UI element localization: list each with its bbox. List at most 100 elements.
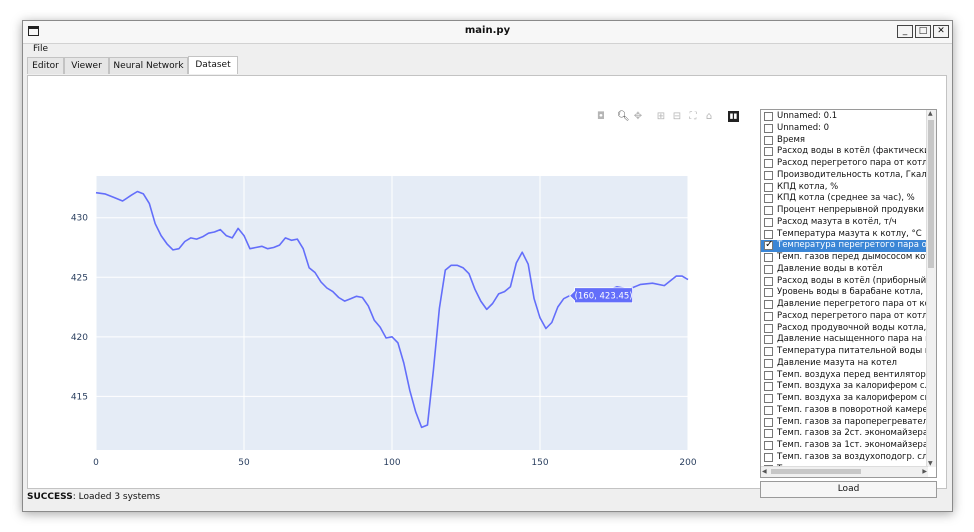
column-checkbox[interactable]: [764, 217, 773, 227]
plotly-logo-icon[interactable]: ▮▮: [728, 111, 739, 122]
column-checkbox[interactable]: [764, 370, 773, 380]
zoom-out-icon[interactable]: ⊟: [671, 111, 683, 123]
column-list-item[interactable]: КПД котла (среднее за час), %: [761, 193, 927, 205]
tab-neural-network[interactable]: Neural Network: [109, 57, 188, 74]
scroll-left-icon[interactable]: ◀: [762, 468, 767, 475]
column-checkbox[interactable]: [764, 159, 773, 168]
column-list-item[interactable]: Темп. газов перед дымососом котла,: [761, 252, 927, 264]
column-list-item[interactable]: Температура перегретого пара от котл: [761, 240, 927, 252]
column-label: Темп. воздуха за калорифером справ: [777, 393, 927, 403]
column-list-item[interactable]: Темп. воздуха за калорифером слева: [761, 381, 927, 393]
column-list-item[interactable]: Темп. газов в поворотной камере сле: [761, 405, 927, 417]
column-checkbox[interactable]: [764, 405, 773, 415]
column-list-item[interactable]: Давление мазута на котел: [761, 358, 927, 370]
column-list-item[interactable]: Давление перегретого пара от котла: [761, 299, 927, 311]
column-list-item[interactable]: Уровень воды в барабане котла, мм: [761, 287, 927, 299]
column-label: Темп. газов за 2ст. экономайзера сле: [777, 428, 927, 439]
column-list[interactable]: Unnamed: 0.1 Unnamed: 0 Время Расход воды в…: [760, 109, 937, 478]
title-bar[interactable]: main.py _ □ ✕: [23, 21, 952, 44]
column-checkbox[interactable]: [764, 206, 773, 215]
column-checkbox[interactable]: [764, 382, 773, 392]
column-checkbox[interactable]: [764, 452, 773, 462]
column-list-item[interactable]: Давление насыщенного пара на коте: [761, 334, 927, 346]
column-list-item[interactable]: Unnamed: 0.1: [761, 111, 927, 123]
column-checkbox[interactable]: [764, 288, 773, 298]
list-vertical-scrollbar[interactable]: ▲ ▼: [926, 110, 936, 467]
load-button[interactable]: Load: [760, 481, 937, 498]
column-list-item[interactable]: Время: [761, 135, 927, 147]
column-checkbox[interactable]: [764, 182, 773, 192]
camera-icon[interactable]: ◘: [595, 111, 607, 123]
column-label: Unnamed: 0.1: [777, 111, 838, 121]
column-checkbox[interactable]: [764, 264, 773, 274]
column-checkbox[interactable]: [764, 147, 773, 157]
x-tick-label: 150: [531, 458, 548, 468]
column-checkbox[interactable]: [764, 300, 773, 309]
column-checkbox[interactable]: [764, 112, 773, 121]
autoscale-icon[interactable]: ⛶: [687, 111, 699, 123]
column-list-item[interactable]: Расход перегретого пара от котла (пр: [761, 311, 927, 323]
column-checkbox[interactable]: [764, 323, 773, 333]
column-checkbox[interactable]: [764, 358, 773, 368]
close-button[interactable]: ✕: [933, 25, 949, 38]
list-horizontal-scrollbar[interactable]: ◀ ▶: [761, 466, 928, 477]
column-list-item[interactable]: Давление воды в котёл: [761, 264, 927, 276]
reset-axes-icon[interactable]: ⌂: [703, 111, 715, 123]
column-label: Расход продувочной воды котла, т/ч: [777, 322, 927, 333]
zoom-in-icon[interactable]: ⊞: [655, 111, 667, 123]
column-list-item[interactable]: Unnamed: 0: [761, 123, 927, 135]
column-checkbox[interactable]: [764, 123, 773, 133]
zoom-icon[interactable]: 🔍︎: [617, 111, 630, 123]
tab-editor[interactable]: Editor: [27, 57, 64, 74]
menu-file[interactable]: File: [33, 44, 48, 54]
column-checkbox[interactable]: [764, 347, 773, 356]
scrollbar-thumb[interactable]: [928, 120, 934, 268]
column-list-item[interactable]: Расход мазута в котёл, т/ч: [761, 217, 927, 229]
column-checkbox[interactable]: [764, 311, 773, 321]
tab-dataset[interactable]: Dataset: [188, 56, 238, 74]
column-list-item[interactable]: Процент непрерывной продувки котл: [761, 205, 927, 217]
column-list-item[interactable]: Расход продувочной воды котла, т/ч: [761, 323, 927, 335]
column-list-item[interactable]: Температура питательной воды на ко: [761, 346, 927, 358]
column-label: Давление перегретого пара от котла: [777, 299, 927, 309]
column-checkbox[interactable]: [764, 394, 773, 403]
column-list-item[interactable]: Темп. газов за пароперегревателем с: [761, 417, 927, 429]
pan-icon[interactable]: ✥: [632, 111, 644, 123]
column-checkbox[interactable]: [764, 194, 773, 204]
column-list-item[interactable]: Темп. газов за 1ст. экономайзера сле: [761, 440, 927, 452]
x-tick-label: 0: [93, 458, 99, 468]
column-checkbox[interactable]: [764, 170, 773, 180]
column-checkbox[interactable]: [764, 276, 773, 286]
minimize-button[interactable]: _: [897, 25, 913, 38]
column-list-item[interactable]: Темп. газов за 2ст. экономайзера сле: [761, 428, 927, 440]
scroll-up-icon[interactable]: ▲: [928, 110, 933, 117]
column-list-item[interactable]: Расход воды в котёл (фактический), т: [761, 146, 927, 158]
column-list-item[interactable]: Производительность котла, Гкал/ч: [761, 170, 927, 182]
column-list-item[interactable]: Темп. воздуха за калорифером справ: [761, 393, 927, 405]
maximize-button[interactable]: □: [915, 25, 931, 38]
column-checkbox[interactable]: [764, 135, 773, 145]
column-label: Темп. газов за пароперегревателем с: [777, 416, 927, 427]
column-list-item[interactable]: Темп. воздуха перед вентилятором к: [761, 370, 927, 382]
column-checkbox[interactable]: [764, 229, 773, 239]
column-checkbox[interactable]: [764, 335, 773, 345]
column-checkbox[interactable]: [764, 429, 773, 439]
tab-viewer[interactable]: Viewer: [64, 57, 109, 74]
column-list-item[interactable]: Температура мазута к котлу, °С: [761, 229, 927, 241]
column-list-item[interactable]: Темп. газов за воздухоподогр. слева: [761, 452, 927, 464]
column-label: Темп. газов в поворотной камере сле: [777, 404, 927, 415]
line-chart[interactable]: 0 50 100 150 200 415 420 425 430 (160, 423.45): [28, 76, 728, 476]
column-list-item[interactable]: КПД котла, %: [761, 182, 927, 194]
column-checkbox[interactable]: [764, 417, 773, 427]
column-checkbox[interactable]: [764, 240, 773, 251]
column-checkbox[interactable]: [764, 441, 773, 450]
scroll-right-icon[interactable]: ▶: [922, 468, 927, 475]
column-label: Уровень воды в барабане котла, мм: [777, 287, 927, 298]
status-message: : Loaded 3 systems: [72, 492, 161, 502]
hscrollbar-thumb[interactable]: [771, 469, 861, 474]
column-list-item[interactable]: Расход воды в котёл (приборный), т/ч: [761, 276, 927, 288]
scroll-down-icon[interactable]: ▼: [928, 460, 933, 467]
column-label: Расход перегретого пара от котла (фа: [777, 158, 927, 168]
column-list-item[interactable]: Расход перегретого пара от котла (фа: [761, 158, 927, 170]
column-checkbox[interactable]: [764, 253, 773, 262]
